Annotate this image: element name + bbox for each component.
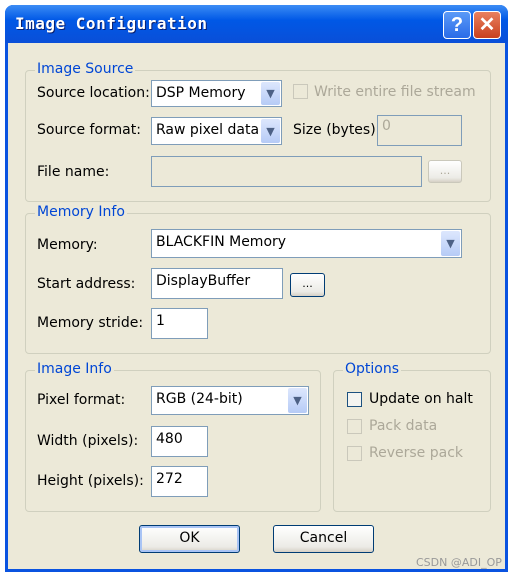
dialog-title: Image Configuration (15, 14, 208, 33)
start-address-label: Start address: (37, 276, 136, 292)
memory-stride-label: Memory stride: (37, 315, 144, 331)
source-format-label: Source format: (37, 122, 141, 138)
write-stream-label: Write entire file stream (314, 84, 476, 100)
chevron-down-icon[interactable]: ▼ (288, 388, 307, 413)
memory-value: BLACKFIN Memory (156, 234, 287, 250)
source-location-dropdown[interactable]: DSP Memory ▼ (151, 80, 282, 107)
memory-label: Memory: (37, 237, 98, 253)
watermark: CSDN @ADI_OP (416, 556, 502, 569)
close-button[interactable]: ✕ (473, 11, 501, 39)
memory-info-legend: Memory Info (35, 204, 127, 220)
source-format-value: Raw pixel data (156, 122, 260, 138)
chevron-down-icon[interactable]: ▼ (261, 119, 280, 143)
start-address-browse-button[interactable]: ... (290, 273, 325, 297)
options-legend: Options (343, 361, 402, 377)
source-format-dropdown[interactable]: Raw pixel data ▼ (151, 117, 282, 145)
close-icon: ✕ (478, 14, 496, 36)
pixel-format-dropdown[interactable]: RGB (24-bit) ▼ (151, 386, 309, 415)
file-name-input[interactable] (151, 156, 422, 187)
width-label: Width (pixels): (37, 433, 139, 449)
title-bar[interactable]: Image Configuration ? ✕ (5, 5, 508, 43)
reverse-pack-label: Reverse pack (369, 445, 463, 461)
size-label: Size (bytes): (293, 122, 381, 138)
pixel-format-label: Pixel format: (37, 392, 126, 408)
memory-stride-input[interactable]: 1 (151, 308, 208, 339)
pixel-format-value: RGB (24-bit) (156, 391, 243, 407)
source-location-label: Source location: (37, 85, 150, 101)
update-on-halt-checkbox[interactable] (347, 392, 362, 407)
write-stream-checkbox[interactable] (293, 84, 308, 99)
question-mark-icon: ? (450, 14, 464, 36)
image-info-legend: Image Info (35, 361, 114, 377)
pack-data-label: Pack data (369, 418, 438, 434)
memory-dropdown[interactable]: BLACKFIN Memory ▼ (151, 229, 462, 258)
cancel-button[interactable]: Cancel (273, 525, 374, 553)
update-on-halt-label: Update on halt (369, 391, 473, 407)
chevron-down-icon[interactable]: ▼ (261, 82, 280, 105)
height-input[interactable]: 272 (151, 466, 208, 497)
width-input[interactable]: 480 (151, 426, 208, 457)
start-address-input[interactable]: DisplayBuffer (151, 268, 283, 299)
height-label: Height (pixels): (37, 473, 144, 489)
image-source-legend: Image Source (35, 61, 136, 77)
source-location-value: DSP Memory (156, 85, 246, 101)
ok-button[interactable]: OK (139, 525, 240, 553)
size-input[interactable]: 0 (377, 115, 462, 146)
reverse-pack-checkbox[interactable] (347, 446, 362, 461)
file-name-label: File name: (37, 164, 110, 180)
help-button[interactable]: ? (443, 11, 471, 39)
pack-data-checkbox[interactable] (347, 419, 362, 434)
chevron-down-icon[interactable]: ▼ (441, 231, 460, 256)
file-browse-button[interactable]: ... (428, 160, 462, 183)
